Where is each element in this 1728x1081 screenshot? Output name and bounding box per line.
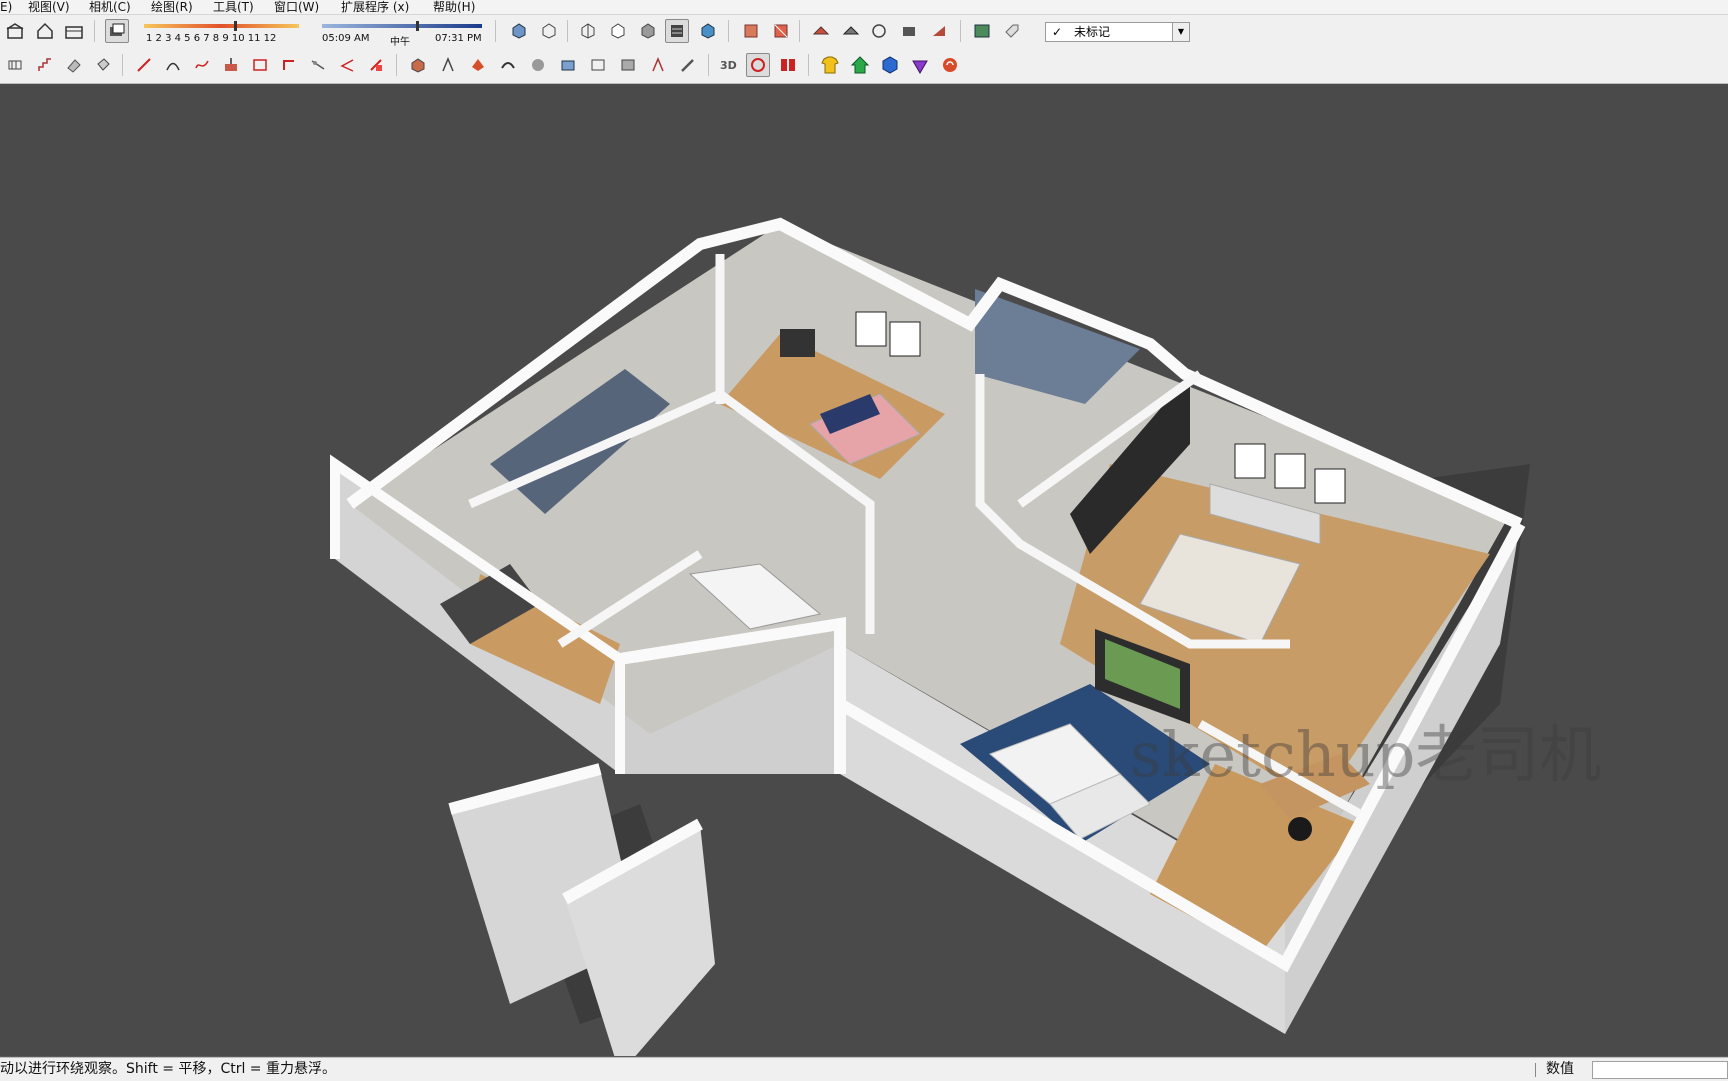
shaded-icon[interactable] — [636, 19, 660, 43]
menu-bar: E) 视图(V) 相机(C) 绘图(R) 工具(T) 窗口(W) 扩展程序 (x… — [0, 0, 1728, 15]
sunrise-time: 05:09 AM — [322, 33, 370, 44]
svg-text:3D: 3D — [720, 59, 737, 72]
chevron-down-icon[interactable]: ▼ — [1172, 23, 1189, 41]
menu-camera[interactable]: 相机(C) — [89, 0, 131, 14]
extension-warehouse-icon[interactable] — [62, 19, 86, 43]
xray-icon[interactable] — [507, 19, 531, 43]
curve-tool-icon[interactable] — [496, 53, 520, 77]
menu-view[interactable]: 视图(V) — [28, 0, 70, 14]
menu-tools[interactable]: 工具(T) — [213, 0, 254, 14]
layer-dropdown[interactable]: ✓ 未标记 ▼ — [1045, 22, 1190, 42]
line-tool-icon[interactable] — [132, 53, 156, 77]
hidden-line-icon[interactable] — [606, 19, 630, 43]
shadows-toggle-icon[interactable] — [105, 19, 129, 43]
paint-icon[interactable] — [466, 53, 490, 77]
eraser-icon[interactable] — [62, 53, 86, 77]
solid-tools-icon[interactable] — [3, 53, 27, 77]
menu-window[interactable]: 窗口(W) — [274, 0, 319, 14]
gem-purple-icon[interactable] — [908, 53, 932, 77]
shaded-textures-icon[interactable] — [665, 19, 689, 43]
stairs-icon[interactable] — [33, 53, 57, 77]
drape-icon[interactable] — [927, 19, 951, 43]
text-tool-icon[interactable] — [364, 53, 388, 77]
tag-tool-icon[interactable] — [1000, 19, 1024, 43]
spiral-red-icon[interactable] — [938, 53, 962, 77]
menu-help[interactable]: 帮助(H) — [433, 0, 475, 14]
arc-tool-icon[interactable] — [161, 53, 185, 77]
dimension-icon[interactable] — [436, 53, 460, 77]
warehouse-icon[interactable] — [3, 19, 27, 43]
paint-bucket-icon[interactable] — [91, 53, 115, 77]
color-icon[interactable] — [776, 53, 800, 77]
3d-text-icon[interactable]: 3D — [716, 53, 740, 77]
menu-extensions[interactable]: 扩展程序 (x) — [341, 0, 409, 14]
house-green-icon[interactable] — [848, 53, 872, 77]
floorplan-model — [330, 217, 1530, 1056]
shadow-date-slider[interactable]: 1 2 3 4 5 6 7 8 9 10 11 12 — [142, 21, 302, 47]
protractor-icon[interactable] — [335, 53, 359, 77]
freehand-icon[interactable] — [190, 53, 214, 77]
layer-check-icon: ✓ — [1052, 25, 1063, 39]
wireframe-icon[interactable] — [576, 19, 600, 43]
component-icon[interactable] — [406, 53, 430, 77]
status-separator — [1535, 1063, 1536, 1077]
box-tool-icon[interactable] — [556, 53, 580, 77]
match-photo-icon[interactable] — [970, 19, 994, 43]
follow-me-icon[interactable] — [277, 53, 301, 77]
shadow-month-labels: 1 2 3 4 5 6 7 8 9 10 11 12 — [146, 33, 277, 44]
shadow-time-slider[interactable]: 05:09 AM 中午 07:31 PM — [320, 21, 485, 48]
smoove-icon[interactable] — [867, 19, 891, 43]
offset-icon[interactable] — [248, 53, 272, 77]
home-icon[interactable] — [33, 19, 57, 43]
measurements-input[interactable] — [1592, 1061, 1728, 1079]
texture-icon[interactable] — [616, 53, 640, 77]
menu-edit[interactable]: E) — [0, 0, 12, 14]
group-icon[interactable] — [586, 53, 610, 77]
layer-name: 未标记 — [1074, 25, 1111, 39]
toolbar-row-1: 1 2 3 4 5 6 7 8 9 10 11 12 05:09 AM 中午 0… — [0, 15, 1728, 48]
tshirt-yellow-icon[interactable] — [818, 53, 842, 77]
push-pull-icon[interactable] — [219, 53, 243, 77]
toolbars: 1 2 3 4 5 6 7 8 9 10 11 12 05:09 AM 中午 0… — [0, 15, 1728, 84]
tape-measure-icon[interactable] — [306, 53, 330, 77]
pencil-icon[interactable] — [676, 53, 700, 77]
back-edges-icon[interactable] — [537, 19, 561, 43]
sphere-icon[interactable] — [526, 53, 550, 77]
render-icon[interactable] — [746, 53, 770, 77]
viewport-3d[interactable]: sketchup老司机 — [0, 84, 1728, 1056]
sandbox-contours-icon[interactable] — [809, 19, 833, 43]
stamp-icon[interactable] — [897, 19, 921, 43]
cube-blue-icon[interactable] — [878, 53, 902, 77]
noon-label: 中午 — [390, 37, 410, 48]
status-hint: 动以进行环绕观察。Shift = 平移，Ctrl = 重力悬浮。 — [0, 1061, 336, 1077]
monochrome-icon[interactable] — [696, 19, 720, 43]
status-bar: 动以进行环绕观察。Shift = 平移，Ctrl = 重力悬浮。 数值 — [0, 1057, 1728, 1081]
sandbox-scratch-icon[interactable] — [839, 19, 863, 43]
section-plane-icon[interactable] — [739, 19, 763, 43]
toolbar-row-2: 3D — [0, 49, 1728, 81]
sunset-time: 07:31 PM — [435, 33, 482, 44]
section-display-icon[interactable] — [769, 19, 793, 43]
snap-icon[interactable] — [646, 53, 670, 77]
menu-draw[interactable]: 绘图(R) — [151, 0, 193, 14]
measurements-label: 数值 — [1546, 1061, 1574, 1077]
watermark-text: sketchup老司机 — [1130, 718, 1602, 791]
